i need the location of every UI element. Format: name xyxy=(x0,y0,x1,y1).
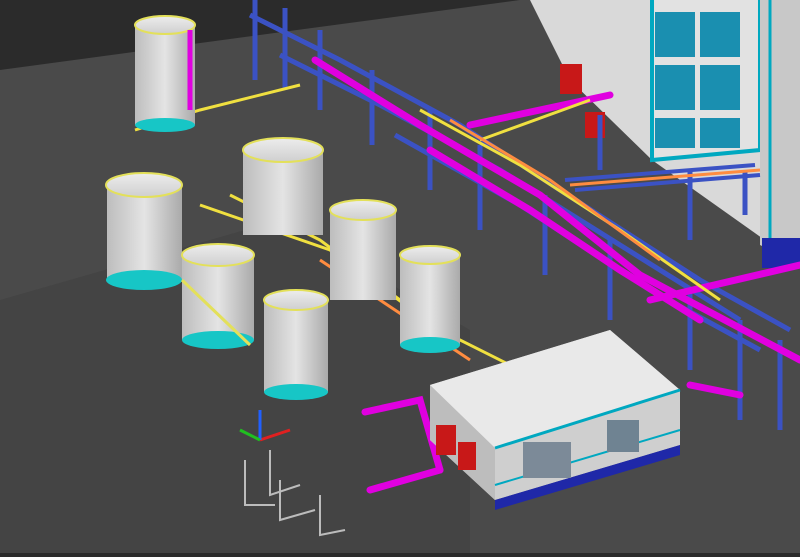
tank-3 xyxy=(105,172,183,290)
cad-viewport[interactable] xyxy=(0,0,800,553)
tank-1 xyxy=(134,15,196,132)
tank-6 xyxy=(399,245,461,353)
tank-4 xyxy=(329,199,397,300)
tank-7 xyxy=(263,289,329,400)
plant-3d-scene xyxy=(0,0,800,553)
tank-5 xyxy=(180,243,255,349)
tank-2 xyxy=(242,137,324,235)
